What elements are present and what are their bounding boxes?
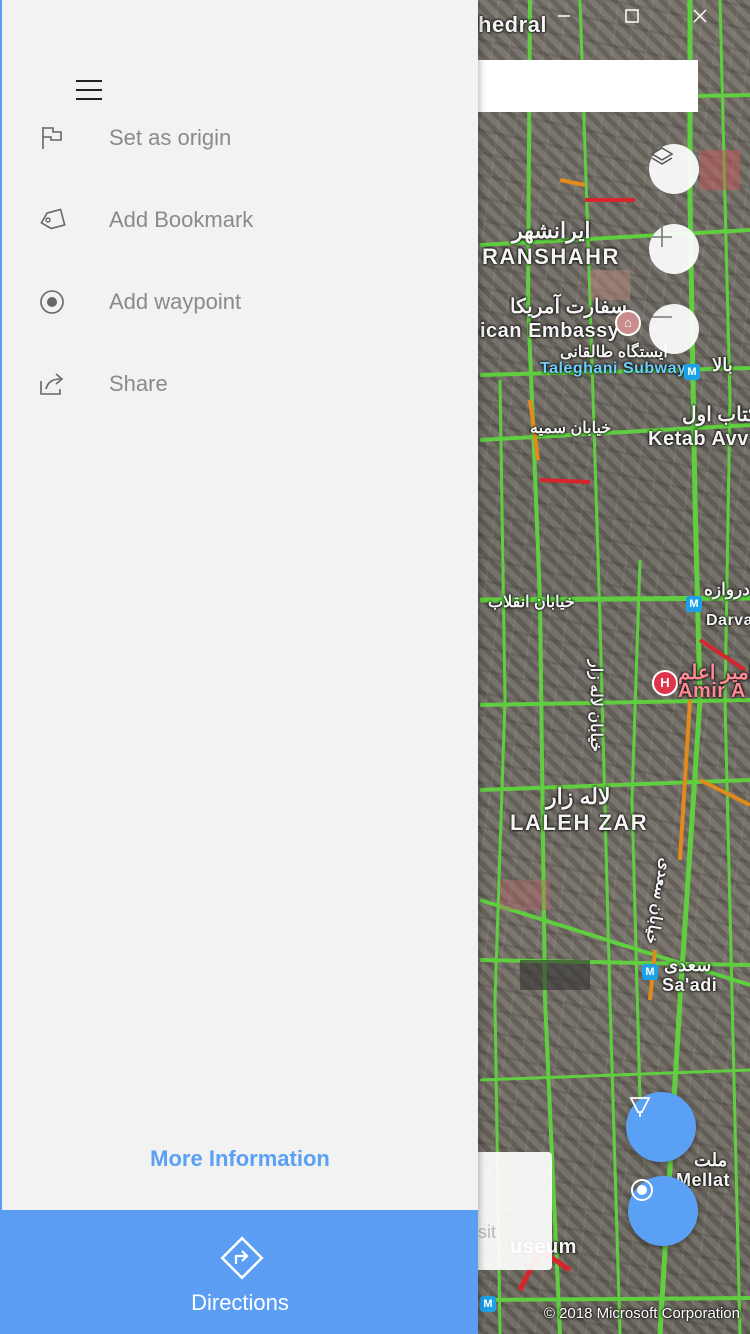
- hospital-icon[interactable]: H: [652, 670, 678, 696]
- layers-icon: [650, 147, 674, 165]
- menu-item-label: Set as origin: [109, 125, 232, 150]
- map-label-enghelab-fa: خیابان انقلاب: [488, 594, 575, 611]
- map-label-taleghani: Taleghani Subway: [540, 360, 687, 377]
- ink-button[interactable]: [626, 1092, 696, 1162]
- metro-icon[interactable]: M: [480, 1296, 496, 1312]
- zoom-out-icon: [652, 316, 672, 318]
- map-label-embassy-fa: سفارت آمریکا: [510, 296, 628, 318]
- map-label-lalehzar-street-fa: خیابان لاله زار: [587, 660, 604, 753]
- menu-item-add-waypoint[interactable]: Add waypoint: [2, 270, 472, 334]
- locate-icon: [631, 1179, 653, 1201]
- waypoint-icon: [37, 287, 67, 317]
- flag-icon: [37, 123, 67, 153]
- map-label-darvazeh: Darva: [706, 612, 750, 629]
- place-card-text: sit: [478, 1222, 496, 1242]
- menu-item-label: Add waypoint: [109, 289, 242, 314]
- map-label-taleghani-fa: ایستگاه طالقانی: [560, 344, 668, 361]
- place-card[interactable]: sit: [470, 1152, 552, 1270]
- metro-icon[interactable]: M: [642, 964, 658, 980]
- tag-icon: [37, 205, 67, 235]
- menu-item-add-bookmark[interactable]: Add Bookmark: [2, 188, 472, 252]
- map-label-mellat-fa: ملت: [694, 1150, 728, 1170]
- zoom-out-button[interactable]: [649, 304, 699, 354]
- pen-icon: [629, 1097, 651, 1117]
- minimize-button[interactable]: [556, 8, 596, 38]
- menu-item-share[interactable]: Share: [2, 352, 472, 416]
- map-search-box[interactable]: [470, 60, 698, 112]
- zoom-in-button[interactable]: [649, 224, 699, 274]
- close-button[interactable]: [692, 8, 732, 38]
- map-label-ketab-fa: کتاب اول: [682, 404, 750, 426]
- context-menu-panel: Set as origin Add Bookmark Add waypoint: [0, 0, 478, 1334]
- map-label-ketab-unknown: بالا: [712, 355, 733, 375]
- map-label-ketab: Ketab Avv: [648, 428, 749, 450]
- map-label-lalehzar-fa: لاله زار: [546, 784, 611, 809]
- menu-item-label: Share: [109, 371, 168, 396]
- maximize-icon: [625, 9, 639, 23]
- metro-icon[interactable]: M: [684, 364, 700, 380]
- hamburger-icon-line: [76, 89, 102, 91]
- directions-button[interactable]: Directions: [2, 1210, 478, 1334]
- minimize-icon: [558, 15, 570, 17]
- hamburger-icon-line: [76, 98, 102, 100]
- map-label-cathedral: hedral: [478, 12, 548, 37]
- menu-item-label: Add Bookmark: [109, 207, 254, 232]
- map-label-embassy: ican Embassy: [480, 320, 620, 342]
- directions-icon: [220, 1236, 264, 1280]
- directions-label: Directions: [191, 1290, 289, 1315]
- map-label-somayeh-fa: خیابان سمیه: [530, 420, 612, 437]
- map-layers-button[interactable]: [649, 144, 699, 194]
- embassy-icon[interactable]: ⌂: [615, 310, 641, 336]
- map-label-lalehzar: LALEH ZAR: [510, 810, 649, 835]
- map-label-iranshahr-fa: ایرانشهر: [512, 218, 591, 243]
- map-label-darvazeh-fa: دروازه: [704, 580, 750, 599]
- map-label-saadi: Sa'adi: [662, 975, 718, 995]
- hamburger-icon: [76, 80, 102, 82]
- locate-me-button[interactable]: [628, 1176, 698, 1246]
- close-icon: [693, 9, 707, 23]
- map-label-amir: Amir A: [678, 680, 746, 702]
- map-copyright: © 2018 Microsoft Corporation: [543, 1305, 740, 1322]
- hamburger-menu-button[interactable]: [76, 78, 106, 100]
- map-label-saadi-fa: سعدی: [664, 955, 712, 975]
- more-information-link[interactable]: More Information: [2, 1146, 478, 1172]
- maximize-button[interactable]: [624, 8, 664, 38]
- zoom-in-icon: [652, 227, 672, 247]
- map-label-iranshahr: RANSHAHR: [482, 244, 620, 269]
- metro-icon[interactable]: M: [686, 596, 702, 612]
- menu-item-set-as-origin[interactable]: Set as origin: [2, 106, 472, 170]
- share-icon: [37, 369, 67, 399]
